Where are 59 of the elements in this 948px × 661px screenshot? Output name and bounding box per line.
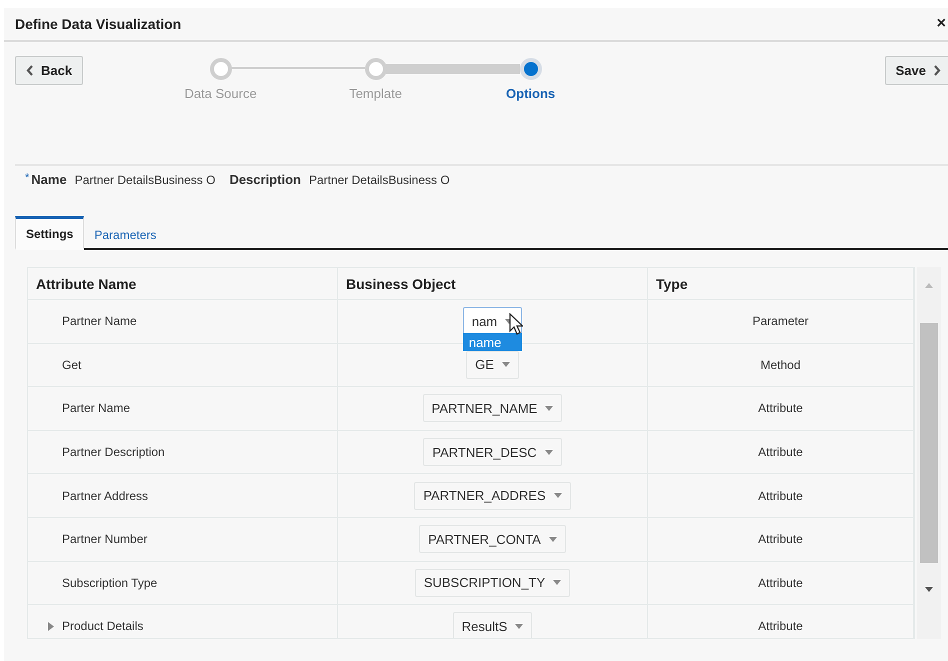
tab[interactable]: Parameters: [84, 216, 166, 250]
field-label: Description: [229, 172, 301, 187]
step-label: Options: [506, 86, 556, 101]
dropdown-option[interactable]: name: [462, 333, 522, 352]
caret-icon: [544, 450, 553, 455]
caret-icon: [515, 624, 524, 629]
name-field[interactable]: Partner DetailsBusiness O: [74, 173, 216, 187]
tab[interactable]: Settings: [15, 216, 84, 250]
required-mark: *: [25, 172, 30, 184]
scrollbar[interactable]: [917, 267, 941, 639]
scroll-down-icon[interactable]: [925, 587, 933, 592]
table-cell: Partner Description: [62, 445, 165, 460]
column-header: Type: [648, 268, 914, 299]
column-header: Business Object: [338, 268, 648, 299]
back-button[interactable]: Back: [15, 56, 84, 85]
window-title: Define Data Visualization: [15, 16, 182, 32]
table-cell: Attribute: [648, 605, 914, 638]
table-cell: Product Details: [62, 619, 144, 634]
triangle-right-icon[interactable]: [48, 622, 55, 631]
table-cell: Get: [62, 358, 82, 372]
table-cell: Attribute: [648, 387, 914, 430]
table-cell: Attribute: [648, 562, 914, 604]
dropdown[interactable]: PARTNER_NAME: [422, 394, 562, 422]
scroll-up-icon[interactable]: [925, 283, 933, 288]
caret-icon: [502, 362, 510, 368]
step-marker[interactable]: [364, 58, 387, 80]
caret-icon: [545, 406, 554, 411]
dropdown[interactable]: PARTNER_DESC: [423, 438, 562, 466]
table-cell: Parameter: [648, 300, 914, 343]
table-cell: Attribute: [648, 474, 914, 517]
chevron-left-icon: [26, 65, 33, 76]
scrollbar-thumb[interactable]: [920, 323, 938, 563]
table-cell: Partner Address: [62, 488, 148, 503]
dropdown[interactable]: GE: [466, 350, 519, 379]
step-marker[interactable]: [210, 58, 232, 80]
dropdown[interactable]: ResultS: [452, 612, 532, 638]
dropdown[interactable]: SUBSCRIPTION_TY: [414, 568, 570, 597]
chevron-right-icon: [934, 65, 941, 76]
step-label: Template: [349, 86, 402, 101]
caret-icon: [554, 493, 562, 498]
table-cell: Parter Name: [62, 401, 130, 416]
table-cell: Attribute: [648, 430, 914, 474]
dropdown[interactable]: PARTNER_CONTA: [419, 525, 566, 554]
close-button[interactable]: ×: [936, 15, 946, 33]
pointer-cursor-icon: [508, 313, 523, 336]
step-marker[interactable]: [520, 58, 542, 80]
table-cell: Partner Name: [62, 314, 137, 328]
field-label: Name: [31, 172, 67, 187]
table-cell: Partner Number: [62, 532, 148, 546]
table-cell: Subscription Type: [62, 576, 158, 590]
step-label: Data Source: [184, 86, 257, 101]
description-field[interactable]: Partner DetailsBusiness O: [308, 173, 450, 187]
save-button[interactable]: Save: [884, 56, 948, 85]
table-cell: Attribute: [648, 518, 914, 561]
column-header: Attribute Name: [28, 268, 338, 299]
caret-icon: [548, 536, 557, 542]
caret-icon: [553, 580, 562, 586]
dropdown[interactable]: PARTNER_ADDRES: [414, 482, 571, 510]
table-cell: Method: [648, 344, 914, 386]
